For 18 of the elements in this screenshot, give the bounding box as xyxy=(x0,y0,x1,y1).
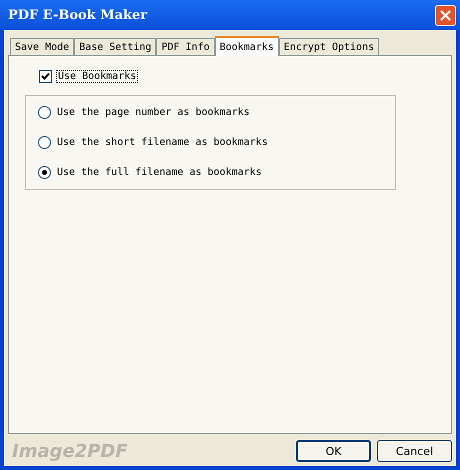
tab[interactable]: Save Mode xyxy=(10,38,74,55)
tab[interactable]: Bookmarks xyxy=(214,36,279,56)
close-icon xyxy=(439,8,452,22)
checkbox-label[interactable]: Use Bookmarks xyxy=(56,70,138,83)
window-title: PDF E-Book Maker xyxy=(8,8,148,22)
tab[interactable]: Base Setting xyxy=(74,38,156,55)
checkbox[interactable] xyxy=(39,70,52,83)
tab[interactable]: Encrypt Options xyxy=(278,38,380,55)
radio-button[interactable] xyxy=(38,106,51,119)
radio-label[interactable]: Use the page number as bookmarks xyxy=(57,107,250,118)
radio-button[interactable] xyxy=(38,136,51,149)
radio-button[interactable] xyxy=(38,166,51,179)
dialog-button[interactable]: OK xyxy=(296,440,371,462)
radio-label[interactable]: Use the short filename as bookmarks xyxy=(57,137,268,148)
tab[interactable]: PDF Info xyxy=(156,38,215,55)
dialog-button[interactable]: Cancel xyxy=(377,440,452,462)
close-button[interactable] xyxy=(435,4,456,26)
radio-label[interactable]: Use the full filename as bookmarks xyxy=(57,167,262,178)
